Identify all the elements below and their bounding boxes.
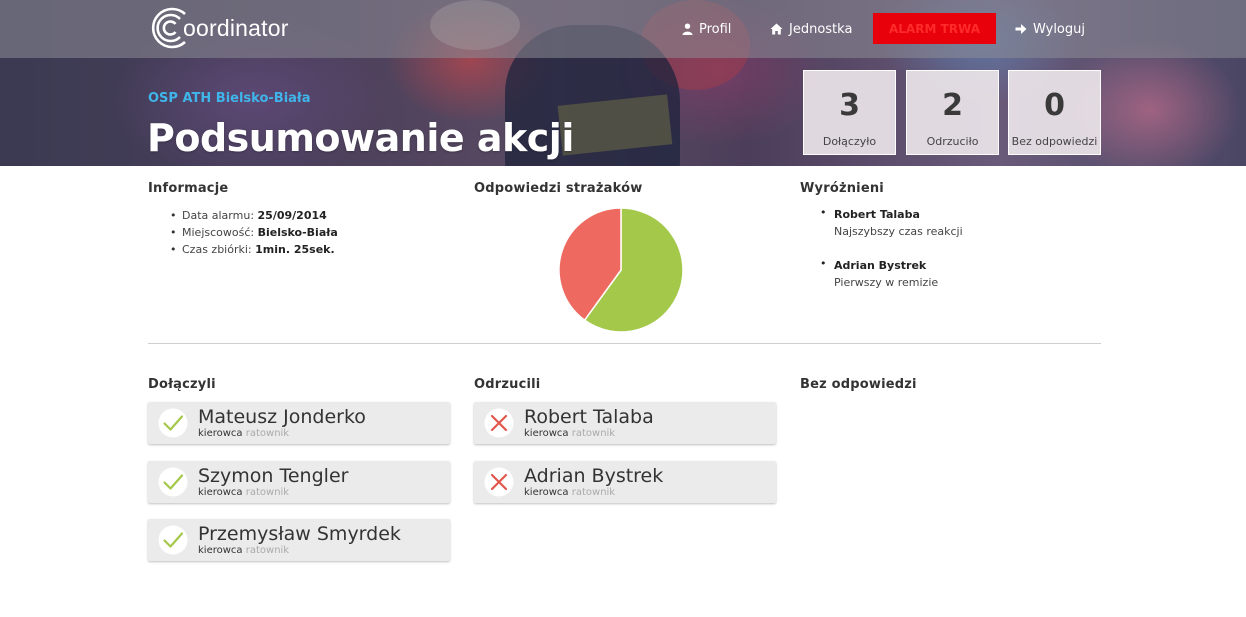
stat-joined-value: 3 [839, 88, 860, 123]
role-secondary: ratownik [245, 545, 290, 556]
distinguished-section-title: Wyróżnieni [800, 181, 884, 196]
stat-no-answer-value: 0 [1044, 88, 1065, 123]
nav-jednostka-label: Jednostka [789, 21, 853, 37]
stat-rejected-box: 2 Odrzuciło [906, 70, 999, 155]
stat-joined-label: Dołączyło [822, 135, 877, 148]
person-name: Robert Talaba [524, 406, 654, 428]
distinguished-item: Adrian Bystrek Pierwszy w remizie [820, 257, 963, 291]
stat-no-answer-label: Bez odpowiedzi [1011, 135, 1098, 148]
info-value: 1min. 25sek. [255, 243, 335, 256]
role-main: kierowca [198, 545, 243, 556]
role-main: kierowca [198, 487, 243, 498]
close-icon [484, 467, 514, 497]
info-item-location: Miejscowość: Bielsko-Biała [170, 224, 338, 241]
responses-pie-chart [558, 207, 684, 333]
nav-wyloguj-link[interactable]: Wyloguj [1015, 20, 1085, 38]
rejected-person-card[interactable]: Adrian Bystrek kierowca ratownik [474, 461, 776, 503]
page-title: Podsumowanie akcji [147, 116, 574, 160]
joined-person-card[interactable]: Mateusz Jonderko kierowca ratownik [148, 402, 450, 444]
info-item-gather-time: Czas zbiórki: 1min. 25sek. [170, 241, 338, 258]
info-label: Czas zbiórki: [182, 243, 256, 256]
rejected-column-title: Odrzucili [474, 377, 541, 392]
person-roles: kierowca ratownik [524, 487, 615, 499]
person-roles: kierowca ratownik [198, 487, 289, 499]
person-roles: kierowca ratownik [198, 545, 289, 557]
nav-profil-link[interactable]: Profil [682, 20, 731, 38]
check-icon [158, 408, 188, 438]
responses-section-title: Odpowiedzi strażaków [474, 181, 643, 196]
close-icon [484, 408, 514, 438]
stat-rejected-label: Odrzuciło [926, 135, 979, 148]
person-roles: kierowca ratownik [524, 428, 615, 440]
role-main: kierowca [524, 428, 569, 439]
info-label: Data alarmu: [182, 209, 258, 222]
stat-no-answer-box: 0 Bez odpowiedzi [1008, 70, 1101, 155]
distinguished-list: Robert Talaba Najszybszy czas reakcji Ad… [820, 206, 963, 308]
top-navigation-bar: oordinator Profil Jednostka ALARM TRWA W… [0, 0, 1246, 58]
role-secondary: ratownik [571, 428, 616, 439]
user-icon [682, 23, 693, 35]
info-value: Bielsko-Biała [257, 226, 338, 239]
distinguished-description: Najszybszy czas reakcji [834, 225, 963, 238]
stat-joined-box: 3 Dołączyło [803, 70, 896, 155]
distinguished-name: Robert Talaba [834, 208, 920, 221]
info-item-date: Data alarmu: 25/09/2014 [170, 207, 338, 224]
info-section-title: Informacje [148, 181, 229, 196]
unit-name: OSP ATH Bielsko-Biała [148, 91, 311, 106]
distinguished-description: Pierwszy w remizie [834, 276, 939, 289]
person-roles: kierowca ratownik [198, 428, 289, 440]
info-value: 25/09/2014 [257, 209, 327, 222]
home-icon [770, 23, 783, 35]
role-secondary: ratownik [245, 428, 290, 439]
hero-banner: oordinator Profil Jednostka ALARM TRWA W… [0, 0, 1246, 166]
joined-person-card[interactable]: Szymon Tengler kierowca ratownik [148, 461, 450, 503]
arrow-right-icon [1015, 24, 1027, 34]
role-main: kierowca [198, 428, 243, 439]
joined-person-card[interactable]: Przemysław Smyrdek kierowca ratownik [148, 519, 450, 561]
person-name: Adrian Bystrek [524, 465, 664, 487]
section-divider [148, 343, 1101, 344]
role-secondary: ratownik [245, 487, 290, 498]
role-main: kierowca [524, 487, 569, 498]
person-name: Przemysław Smyrdek [198, 523, 401, 545]
no-answer-column-title: Bez odpowiedzi [800, 377, 917, 392]
nav-wyloguj-label: Wyloguj [1033, 21, 1085, 37]
nav-profil-label: Profil [699, 21, 732, 37]
info-label: Miejscowość: [182, 226, 258, 239]
distinguished-item: Robert Talaba Najszybszy czas reakcji [820, 206, 963, 240]
person-name: Szymon Tengler [198, 465, 349, 487]
info-list: Data alarmu: 25/09/2014 Miejscowość: Bie… [170, 207, 338, 258]
rejected-person-card[interactable]: Robert Talaba kierowca ratownik [474, 402, 776, 444]
person-name: Mateusz Jonderko [198, 406, 366, 428]
check-icon [158, 525, 188, 555]
alarm-status-button[interactable]: ALARM TRWA [873, 13, 996, 44]
joined-column-title: Dołączyli [148, 377, 216, 392]
nav-jednostka-link[interactable]: Jednostka [770, 20, 852, 38]
stat-rejected-value: 2 [942, 88, 963, 123]
check-icon [158, 467, 188, 497]
logo-text: oordinator [183, 15, 289, 41]
role-secondary: ratownik [571, 487, 616, 498]
distinguished-name: Adrian Bystrek [834, 259, 927, 272]
app-logo[interactable]: oordinator [149, 5, 299, 51]
